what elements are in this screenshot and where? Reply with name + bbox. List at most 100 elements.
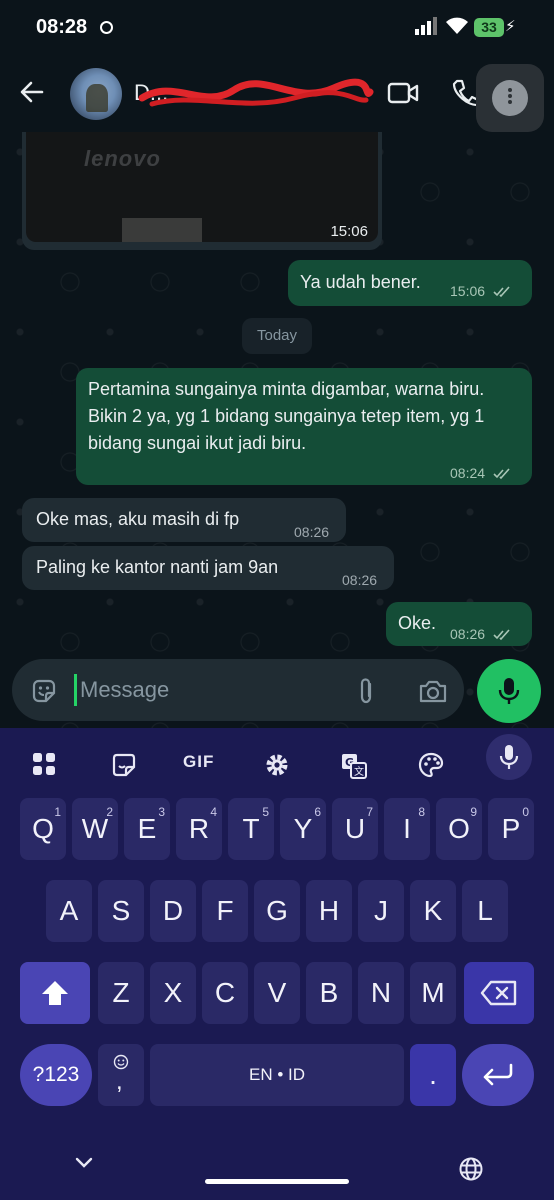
key-y[interactable]: Y6 [280,798,326,860]
status-time: 08:28 [36,16,88,38]
key-d[interactable]: D [150,880,196,942]
message-input[interactable] [80,677,330,703]
signal-icon [415,17,437,35]
photo-thumbnail[interactable]: lenovo [26,132,378,242]
message-text: Paling ke kantor nanti jam 9an [36,557,279,577]
key-z[interactable]: Z [98,962,144,1024]
globe-icon[interactable] [458,1156,484,1182]
status-bar: 08:28 33 ⚡ [0,0,554,56]
key-t[interactable]: T5 [228,798,274,860]
message-time: 08:26 [450,626,486,642]
enter-key[interactable] [462,1044,534,1106]
gear-icon [266,754,288,776]
avatar[interactable] [70,68,122,120]
double-check-icon [493,629,510,641]
message-time: 08:26 [294,524,330,540]
photo-logo-text: lenovo [84,146,161,171]
emoji-comma-key[interactable]: , [98,1044,144,1106]
assistive-menu-button[interactable] [476,64,544,132]
message-list[interactable]: lenovo 15:06 Ya udah bener. 15:06 Today … [0,132,554,728]
key-i[interactable]: I8 [384,798,430,860]
battery-icon: 33 [474,18,504,37]
composer-bar [0,656,554,728]
key-m[interactable]: M [410,962,456,1024]
key-w[interactable]: W2 [72,798,118,860]
key-v[interactable]: V [254,962,300,1024]
sticker-icon [112,753,136,777]
gif-button[interactable]: GIF [183,752,214,772]
symbols-key[interactable]: ?123 [20,1044,92,1106]
key-g[interactable]: G [254,880,300,942]
key-n[interactable]: N [358,962,404,1024]
microphone-icon [499,745,519,769]
text-cursor [74,674,77,706]
message-time: 08:24 [450,465,486,481]
message-text: Ya udah bener. [300,272,421,292]
key-k[interactable]: K [410,880,456,942]
shift-icon [42,981,68,1005]
phone-icon[interactable] [451,78,479,108]
date-divider: Today [242,318,312,354]
kebab-dots-icon [504,86,516,110]
key-p[interactable]: P0 [488,798,534,860]
back-arrow-icon[interactable] [18,78,46,106]
outgoing-message[interactable]: Ya udah bener. 15:06 [288,260,532,306]
keyboard: GIF G 文 Q1 W2 E3 R4 T5 Y6 U7 I8 O9 P0 A … [0,728,554,1200]
key-x[interactable]: X [150,962,196,1024]
key-s[interactable]: S [98,880,144,942]
sticker-emoji-icon[interactable] [30,677,58,705]
theme-button[interactable] [406,740,454,788]
svg-text:文: 文 [354,765,364,778]
message-time: 15:06 [330,223,368,240]
attach-icon[interactable] [354,676,378,706]
key-a[interactable]: A [46,880,92,942]
outgoing-message[interactable]: Pertamina sungainya minta digambar, warn… [76,368,532,485]
outgoing-message[interactable]: Oke. 08:26 [386,602,532,646]
backspace-key[interactable] [464,962,534,1024]
voice-typing-button[interactable] [486,734,532,780]
period-key[interactable]: . [410,1044,456,1106]
grid-icon [33,753,55,775]
image-message[interactable]: lenovo 15:06 [22,132,382,250]
key-u[interactable]: U7 [332,798,378,860]
key-j[interactable]: J [358,880,404,942]
key-b[interactable]: B [306,962,352,1024]
key-f[interactable]: F [202,880,248,942]
key-r[interactable]: R4 [176,798,222,860]
enter-icon [483,1063,513,1086]
palette-icon [418,752,444,778]
wifi-icon [446,17,468,34]
message-box[interactable] [12,659,464,721]
settings-button[interactable] [252,740,300,788]
double-check-icon [493,468,510,480]
backspace-icon [480,980,517,1006]
incoming-message[interactable]: Oke mas, aku masih di fp 08:26 [22,498,346,542]
hide-keyboard-chevron-icon[interactable] [74,1156,94,1170]
message-text: Pertamina sungainya minta digambar, warn… [88,379,485,453]
video-call-icon[interactable] [387,80,419,106]
key-q[interactable]: Q1 [20,798,66,860]
space-key[interactable]: EN • ID [150,1044,404,1106]
key-l[interactable]: L [462,880,508,942]
message-time: 08:26 [342,572,378,588]
message-text: Oke mas, aku masih di fp [36,509,240,529]
contact-name[interactable]: D... [134,80,374,106]
microphone-icon [498,678,520,704]
double-check-icon [493,286,510,298]
comma-label: , [116,1068,123,1095]
charging-icon: ⚡ [505,18,516,35]
voice-message-button[interactable] [477,659,541,723]
camera-icon[interactable] [418,678,448,704]
shift-key[interactable] [20,962,90,1024]
incoming-message[interactable]: Paling ke kantor nanti jam 9an 08:26 [22,546,394,590]
home-indicator[interactable] [205,1179,349,1184]
message-time: 15:06 [450,283,486,299]
key-o[interactable]: O9 [436,798,482,860]
chat-header: D... [0,56,554,132]
key-h[interactable]: H [306,880,352,942]
translate-icon: G 文 [342,754,367,779]
key-e[interactable]: E3 [124,798,170,860]
notification-dot-icon [100,21,113,34]
message-text: Oke. [398,613,437,633]
key-c[interactable]: C [202,962,248,1024]
